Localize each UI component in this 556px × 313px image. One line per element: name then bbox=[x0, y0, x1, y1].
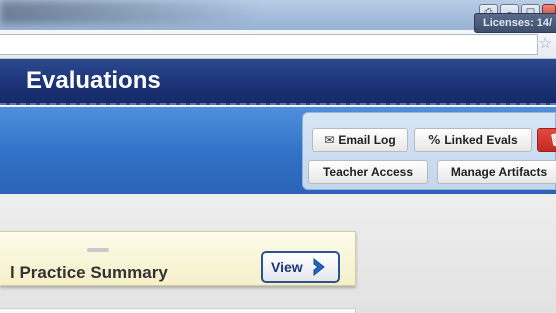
manage-artifacts-button[interactable]: Manage Artifacts bbox=[437, 160, 556, 184]
licenses-badge: Licenses: 14/ bbox=[474, 13, 556, 33]
view-button[interactable]: View bbox=[261, 251, 340, 283]
envelope-icon: ✉ bbox=[324, 133, 335, 147]
teacher-access-label: Teacher Access bbox=[322, 165, 414, 179]
tab-strip-blurred bbox=[0, 0, 260, 24]
manage-artifacts-label: Manage Artifacts bbox=[450, 165, 548, 179]
url-input[interactable] bbox=[0, 34, 538, 55]
delete-button[interactable]: 🗑 bbox=[537, 128, 556, 152]
app-header: Evaluations bbox=[0, 59, 556, 105]
trash-icon: 🗑 bbox=[549, 129, 556, 151]
linked-evals-button[interactable]: % Linked Evals bbox=[414, 128, 532, 152]
chevron-right-icon bbox=[313, 257, 325, 277]
email-log-label: Email Log bbox=[338, 133, 396, 147]
link-icon: % bbox=[428, 133, 441, 147]
next-card-edge bbox=[0, 308, 356, 313]
linked-evals-label: Linked Evals bbox=[444, 133, 518, 147]
browser-titlebar: ⎙ – □ bbox=[0, 0, 556, 30]
card-title: l Practice Summary bbox=[10, 263, 168, 282]
email-log-button[interactable]: ✉ Email Log bbox=[312, 128, 408, 152]
view-label: View bbox=[271, 259, 303, 275]
page-title: Evaluations bbox=[26, 67, 161, 94]
address-bar bbox=[0, 30, 556, 59]
card-drag-handle[interactable] bbox=[87, 248, 109, 252]
bookmark-star-icon[interactable]: ☆ bbox=[539, 33, 552, 53]
teacher-access-button[interactable]: Teacher Access bbox=[308, 160, 428, 184]
